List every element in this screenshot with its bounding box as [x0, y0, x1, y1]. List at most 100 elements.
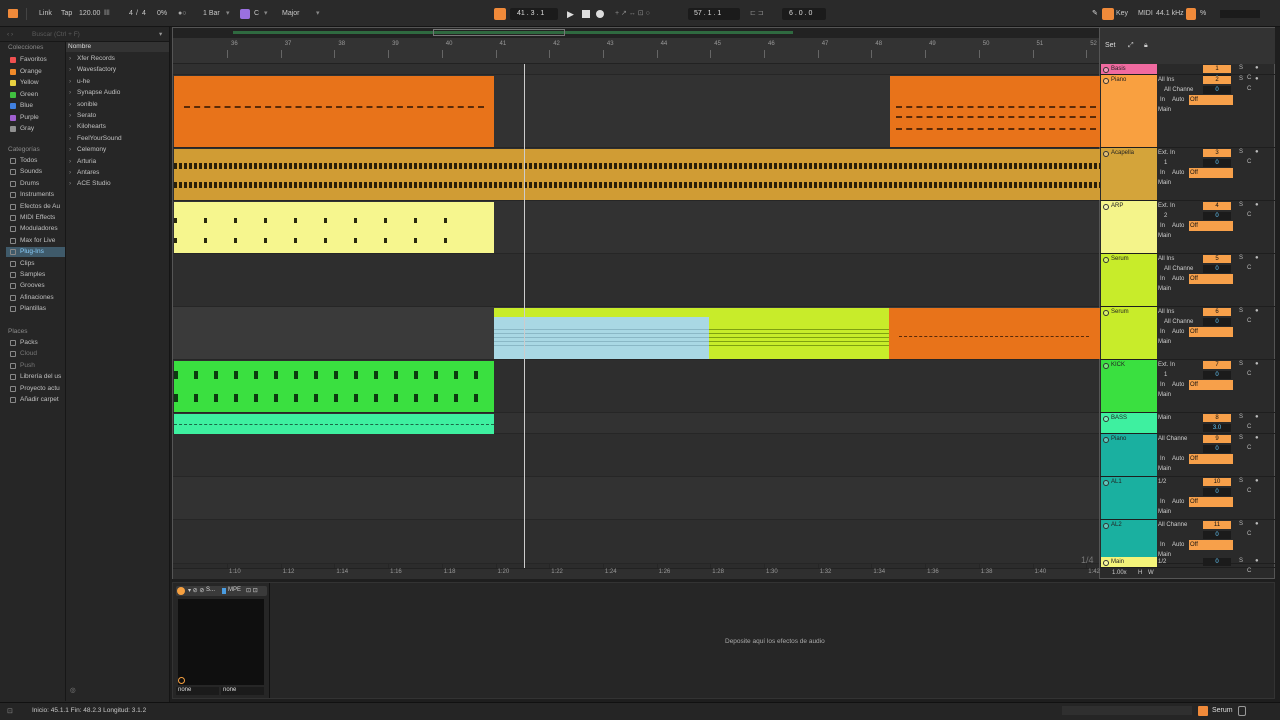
track-name[interactable]: Piano — [1111, 77, 1126, 83]
browser-item[interactable]: ACE Studio — [77, 179, 111, 189]
track-activator-icon[interactable] — [1103, 204, 1109, 210]
browser-item[interactable]: Antares — [77, 168, 99, 178]
track-activator-icon[interactable] — [1103, 363, 1109, 369]
track-name[interactable]: Main — [1111, 559, 1124, 565]
track-number[interactable]: 11 — [1203, 521, 1231, 529]
track-activator-icon[interactable] — [1103, 416, 1109, 422]
output-select[interactable]: Main — [1158, 507, 1202, 517]
back-icon[interactable]: ‹ › — [7, 31, 13, 38]
category-item[interactable]: Max for Live — [20, 236, 55, 246]
place-item[interactable]: Añadir carpet — [20, 395, 59, 405]
track-activator-icon[interactable] — [1103, 560, 1109, 566]
place-item[interactable]: Packs — [20, 338, 38, 348]
scale-mode-icon[interactable] — [240, 9, 250, 19]
track-activator-icon[interactable] — [1103, 151, 1109, 157]
clip-piano-1[interactable] — [174, 76, 494, 147]
monitor-off[interactable]: Off — [1189, 497, 1233, 507]
output-select[interactable]: none — [221, 687, 264, 695]
track-number[interactable]: 6 — [1203, 308, 1231, 316]
volume-field[interactable]: 0 — [1203, 445, 1231, 453]
panel-toggle-icon[interactable] — [1238, 706, 1246, 716]
browser-item[interactable]: Celemony — [77, 145, 106, 155]
solo-button[interactable]: S — [1239, 521, 1243, 527]
solo-button[interactable]: S — [1239, 76, 1243, 82]
menu-icon[interactable]: ▾ — [159, 30, 162, 38]
track-header[interactable]: Piano — [1101, 75, 1157, 148]
fx-scale[interactable]: 1.00x — [1112, 570, 1127, 576]
monitor-off[interactable]: Off — [1189, 168, 1233, 178]
input-type-select[interactable]: Main — [1158, 413, 1202, 423]
device-title-bar[interactable]: ▾ ⊘ ⊘ S... MPE ⊡ ⊡ — [176, 586, 267, 596]
link-button[interactable]: Link — [39, 9, 52, 19]
track-number[interactable]: 3 — [1203, 149, 1231, 157]
category-item[interactable]: Clips — [20, 259, 34, 269]
volume-field[interactable]: 0 — [1203, 558, 1231, 566]
input-channel-select[interactable]: 1 — [1164, 158, 1208, 168]
browser-item[interactable]: u-he — [77, 77, 90, 87]
clip-serum-3[interactable] — [889, 308, 1100, 359]
clip-bass[interactable] — [174, 414, 494, 434]
arm-icon[interactable]: ● — [1255, 308, 1259, 314]
arm-icon[interactable]: ● — [1255, 202, 1259, 208]
arrangement-view[interactable]: 36 37 38 39 40 41 42 43 44 45 46 47 48 49 50 51 52 1:10 1… — [172, 27, 1100, 579]
output-select[interactable]: Main — [1158, 464, 1202, 474]
lock-icon[interactable]: 🔒︎ — [1144, 42, 1148, 50]
volume-field[interactable]: 0 — [1203, 86, 1231, 94]
browser-item[interactable]: Serato — [77, 111, 96, 121]
expand-icon[interactable]: ⤢ — [1128, 42, 1134, 50]
lane-basis[interactable] — [173, 64, 1099, 75]
arm-icon[interactable]: ● — [1255, 435, 1259, 441]
pan-center[interactable]: C — [1247, 531, 1251, 537]
clip-acapella[interactable] — [174, 149, 1100, 200]
track-header[interactable]: Serum — [1101, 307, 1157, 360]
monitor-off[interactable]: Off — [1189, 327, 1233, 337]
lane-piano-2[interactable] — [173, 434, 1099, 477]
arm-icon[interactable]: ● — [1255, 149, 1259, 155]
tempo-field[interactable]: 120.00 — [79, 9, 100, 19]
place-item[interactable]: Proyecto actu — [20, 384, 60, 394]
category-item[interactable]: Plug-Ins — [20, 247, 44, 257]
input-type-select[interactable]: All Ins — [1158, 254, 1202, 264]
place-item[interactable]: Librería del us — [20, 372, 61, 382]
collection-item[interactable]: Gray — [20, 124, 34, 134]
collection-item[interactable]: Green — [20, 90, 38, 100]
collection-item[interactable]: Orange — [20, 67, 42, 77]
category-item[interactable]: MIDI Effects — [20, 213, 55, 223]
device-icon[interactable] — [1198, 706, 1208, 716]
pan-center[interactable]: C — [1247, 371, 1251, 377]
pan-center[interactable]: C — [1247, 318, 1251, 324]
input-type-select[interactable]: Ext. In — [1158, 148, 1202, 158]
pan-center[interactable]: C — [1247, 445, 1251, 451]
track-number[interactable]: 1 — [1203, 65, 1231, 73]
volume-field[interactable]: 0 — [1203, 159, 1231, 167]
edit-icon[interactable] — [178, 677, 185, 684]
bar-ruler[interactable] — [173, 38, 1099, 64]
mpe-label[interactable]: MPE — [228, 587, 241, 593]
category-item[interactable]: Grooves — [20, 281, 45, 291]
volume-field[interactable]: 0 — [1203, 488, 1231, 496]
search-input[interactable]: Buscar (Ctrl + F) — [32, 31, 80, 38]
nudge-icon[interactable]: ‖‖ — [104, 9, 110, 19]
browser-item[interactable]: Xfer Records — [77, 54, 115, 64]
clip-serum-selected[interactable] — [494, 308, 709, 359]
track-name[interactable]: AL2 — [1111, 522, 1122, 528]
arm-icon[interactable]: ● — [1255, 478, 1259, 484]
volume-field[interactable]: 0 — [1203, 265, 1231, 273]
category-item[interactable]: Instruments — [20, 190, 54, 200]
track-header[interactable]: Piano — [1101, 434, 1157, 477]
volume-field[interactable]: 3.0 — [1203, 424, 1231, 432]
clip-kick[interactable] — [174, 361, 494, 412]
key-label[interactable]: Key — [1116, 9, 1128, 19]
input-type-select[interactable]: All Channe — [1158, 520, 1202, 530]
browser-item[interactable]: Kilohearts — [77, 122, 106, 132]
browser-item[interactable]: Arturia — [77, 157, 96, 167]
track-header[interactable]: AL1 — [1101, 477, 1157, 520]
automation-icons[interactable]: + ↗ ↔ ⊡ ○ — [615, 9, 650, 19]
input-type-select[interactable]: Ext. In — [1158, 360, 1202, 370]
solo-button[interactable]: S — [1239, 149, 1243, 155]
output-select[interactable]: Main — [1158, 105, 1202, 115]
track-number[interactable]: 10 — [1203, 478, 1231, 486]
follow-button[interactable] — [494, 8, 506, 20]
category-item[interactable]: Afinaciones — [20, 293, 54, 303]
arm-icon[interactable]: ● — [1255, 65, 1259, 71]
